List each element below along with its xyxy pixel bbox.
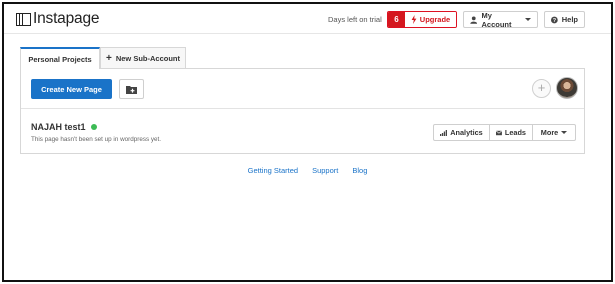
- page-actions: Analytics Leads More: [433, 124, 576, 141]
- avatar[interactable]: [556, 77, 578, 99]
- new-folder-button[interactable]: [119, 79, 144, 99]
- project-toolbar: Create New Page +: [21, 69, 584, 109]
- blog-link[interactable]: Blog: [352, 166, 367, 175]
- tab-label: New Sub-Account: [115, 54, 180, 63]
- add-collaborator-button[interactable]: +: [532, 79, 551, 98]
- upgrade-label: Upgrade: [419, 15, 451, 24]
- tab-new-sub-account[interactable]: + New Sub-Account: [100, 47, 186, 69]
- getting-started-link[interactable]: Getting Started: [248, 166, 298, 175]
- upgrade-button[interactable]: 6 Upgrade: [387, 11, 457, 28]
- plus-icon: +: [105, 53, 112, 64]
- bar-chart-icon: [440, 129, 448, 136]
- plus-icon: +: [537, 80, 546, 95]
- list-item: NAJAH test1 This page hasn't been set up…: [21, 109, 584, 155]
- folder-plus-icon: [126, 85, 137, 94]
- projects-panel: Create New Page + NAJAH test1 This page …: [20, 68, 585, 154]
- help-button[interactable]: ? Help: [544, 11, 585, 28]
- top-bar: Instapage Days left on trial 6 Upgrade M…: [4, 4, 611, 34]
- status-dot: [90, 124, 97, 130]
- logo-text: Instapage: [33, 10, 100, 27]
- logo[interactable]: Instapage: [16, 10, 99, 28]
- analytics-label: Analytics: [450, 128, 483, 137]
- chevron-down-icon: [525, 18, 531, 21]
- page-description: This page hasn't been set up in wordpres…: [31, 136, 162, 143]
- envelope-icon: [496, 130, 502, 135]
- question-icon: ?: [551, 16, 558, 23]
- help-label: Help: [561, 15, 578, 24]
- more-label: More: [540, 128, 559, 137]
- leads-button[interactable]: Leads: [490, 125, 533, 140]
- leads-label: Leads: [504, 128, 526, 137]
- instapage-logo-icon: [16, 12, 31, 27]
- my-account-button[interactable]: My Account: [463, 10, 538, 29]
- more-button[interactable]: More: [533, 125, 575, 140]
- days-left-badge: 6: [388, 12, 405, 27]
- support-link[interactable]: Support: [312, 166, 338, 175]
- app-window: Instapage Days left on trial 6 Upgrade M…: [2, 2, 613, 282]
- my-account-label: My Account: [481, 10, 512, 29]
- chevron-down-icon: [561, 131, 568, 134]
- page-name[interactable]: NAJAH test1: [31, 122, 97, 132]
- tab-personal-projects[interactable]: Personal Projects: [20, 47, 100, 69]
- analytics-button[interactable]: Analytics: [434, 125, 490, 140]
- user-icon: [470, 16, 478, 24]
- footer-links: Getting Started Support Blog: [4, 166, 611, 175]
- lightning-icon: [411, 15, 417, 24]
- create-new-page-button[interactable]: Create New Page: [31, 79, 112, 99]
- trial-label: Days left on trial: [328, 15, 382, 24]
- tab-label: Personal Projects: [28, 54, 92, 64]
- page-name-label: NAJAH test1: [31, 122, 86, 132]
